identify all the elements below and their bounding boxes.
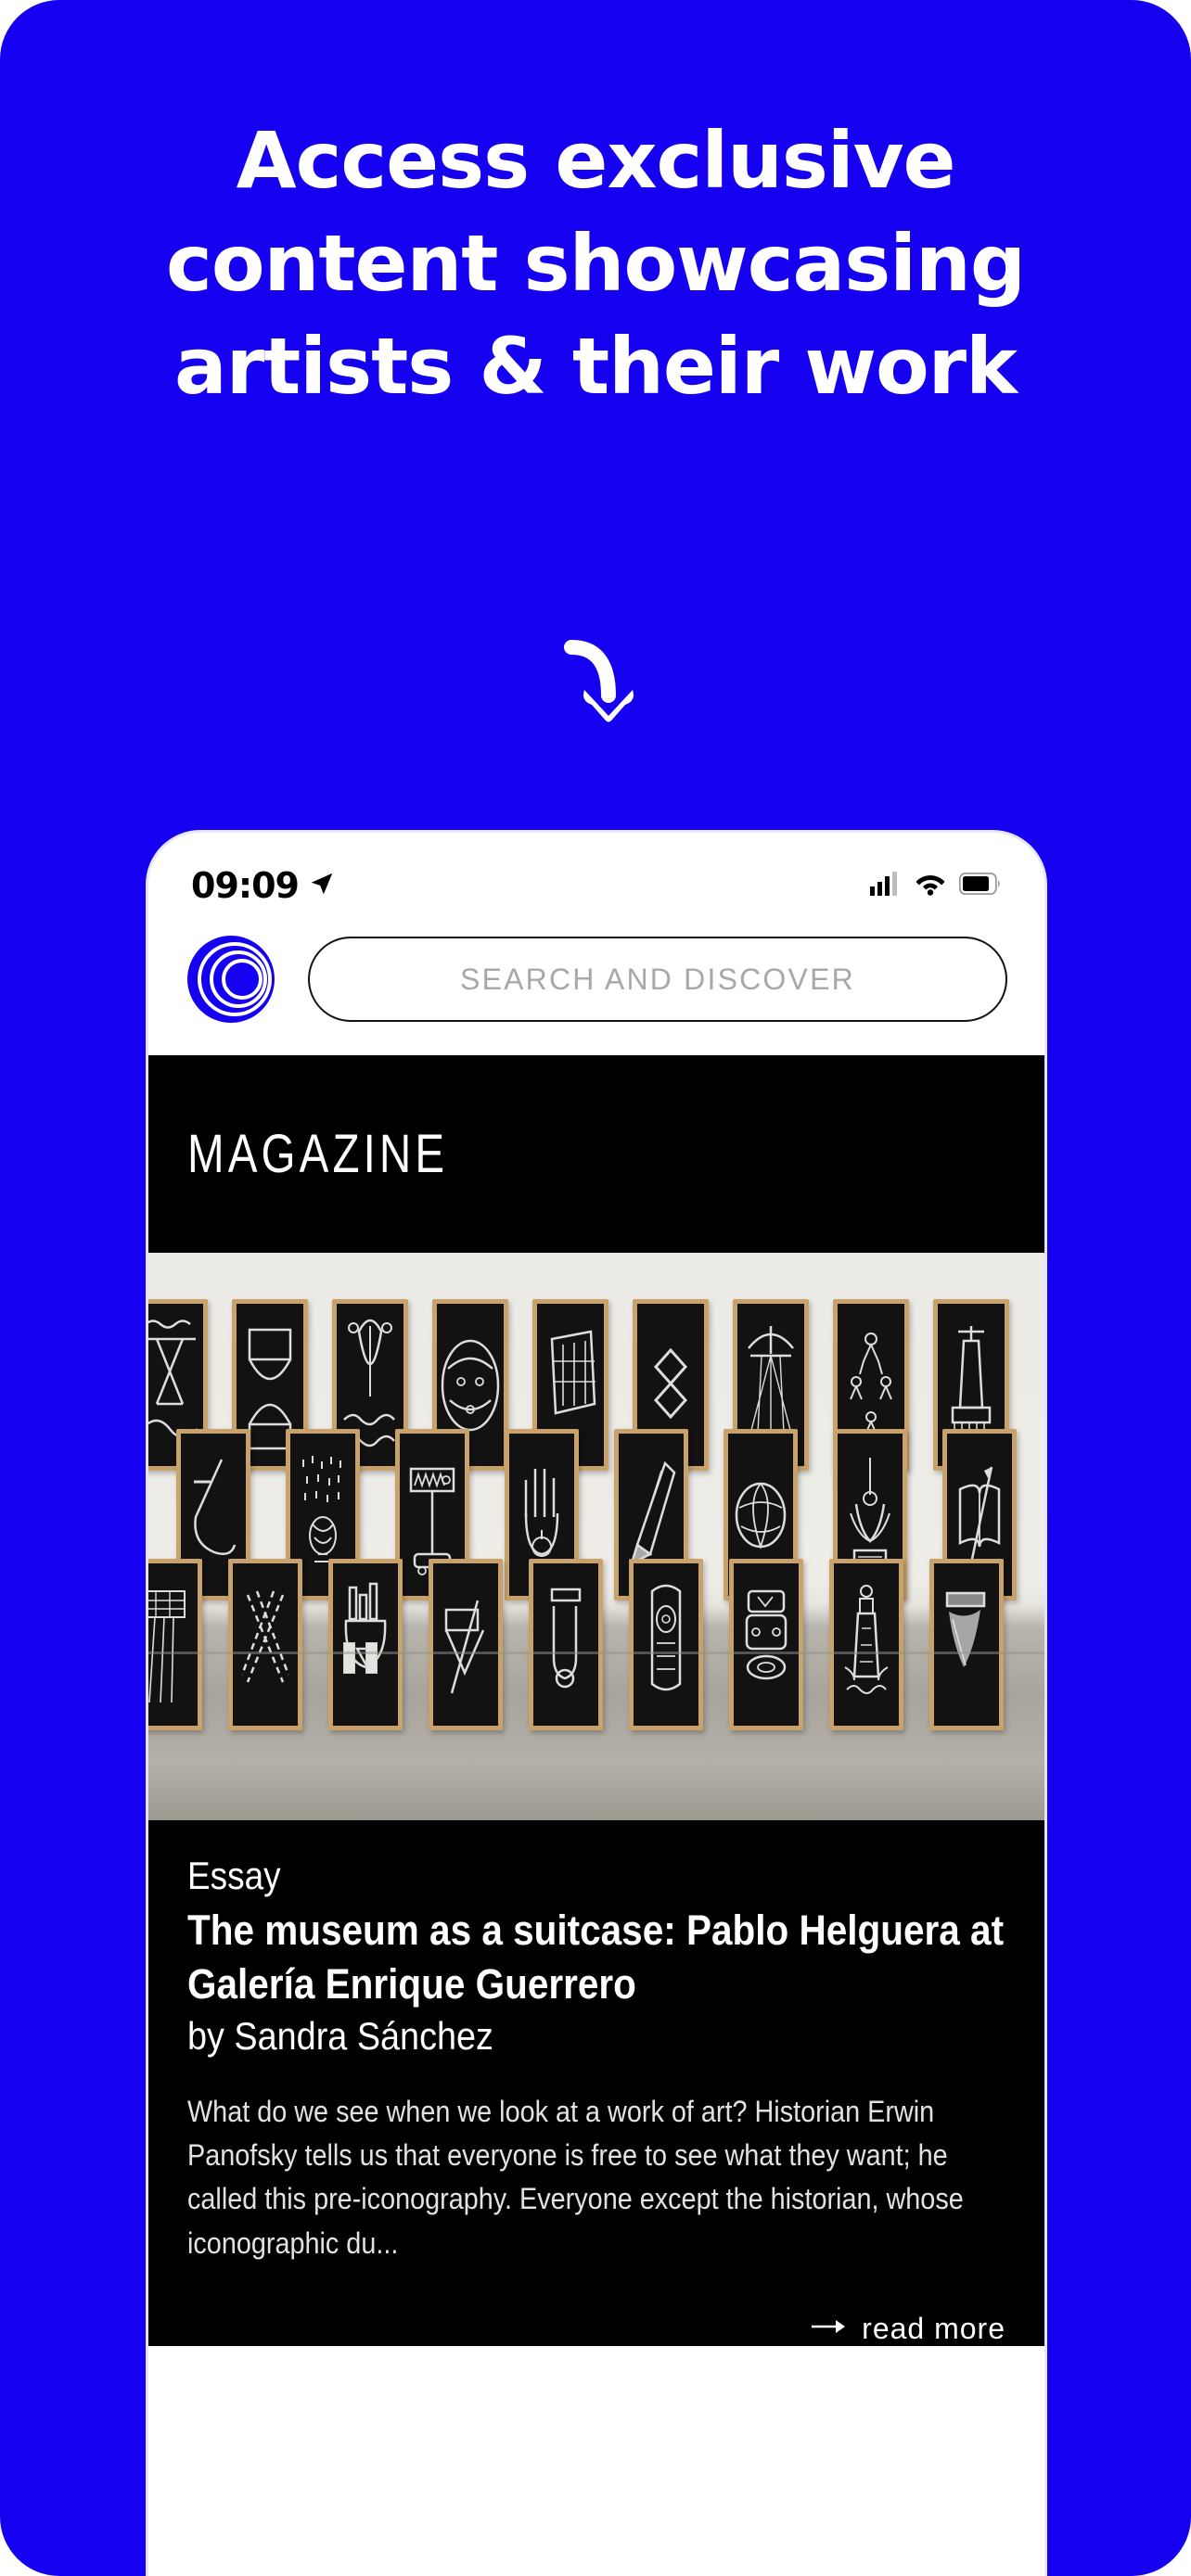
framed-artwork [829,1559,903,1730]
framed-artwork [629,1559,703,1730]
wall-outlets [343,1642,378,1674]
status-bar-right [870,871,1002,900]
framed-artwork [729,1559,803,1730]
app-header: SEARCH AND DISCOVER [148,918,1044,1055]
magazine-banner[interactable]: MAGAZINE [148,1055,1044,1253]
headline-line-1: Access exclusive [236,115,956,206]
framed-artwork [929,1559,1004,1730]
wall-outlet [343,1642,355,1674]
arrow-right-icon [810,2316,849,2341]
curved-down-arrow-icon [540,631,651,751]
article-title: The museum as a suitcase: Pablo Helguera… [187,1906,1005,2008]
search-input[interactable]: SEARCH AND DISCOVER [308,937,1007,1022]
article-category: Essay [187,1854,281,1897]
concentric-circles-logo[interactable] [186,931,282,1027]
headline-line-2: content showcasing [166,217,1026,309]
location-arrow-icon [308,870,336,902]
status-time: 09:09 [191,865,300,906]
artwork-row [148,1559,1004,1730]
headline-line-3: artists & their work [174,320,1018,412]
framed-artwork [148,1559,202,1730]
search-placeholder-label: SEARCH AND DISCOVER [460,962,855,996]
wall-outlet [365,1642,378,1674]
framed-artwork [429,1559,503,1730]
promo-headline: Access exclusive content showcasing arti… [0,109,1191,418]
status-bar-left: 09:09 [191,865,336,906]
wifi-icon [915,872,946,900]
hero-gallery-photo[interactable] [148,1253,1044,1820]
read-more-label: read more [862,2312,1005,2346]
article-author: by Sandra Sánchez [187,2014,493,2059]
article-excerpt: What do we see when we look at a work of… [187,2094,964,2260]
floor-baseline [148,1651,1044,1654]
article-card[interactable]: Essay The museum as a suitcase: Pablo He… [148,1820,1044,2347]
status-bar: 09:09 [148,833,1044,918]
read-more-link[interactable]: read more [187,2312,1005,2346]
framed-artwork [529,1559,603,1730]
framed-artwork [228,1559,302,1730]
cellular-signal-icon [870,871,902,900]
battery-full-icon [958,872,1002,899]
phone-mockup: 09:09 SEARCH AND DISCOVER MAGAZINE Essay… [148,833,1044,2576]
magazine-title: MAGAZINE [187,1124,449,1184]
promo-card: Access exclusive content showcasing arti… [0,0,1191,2576]
